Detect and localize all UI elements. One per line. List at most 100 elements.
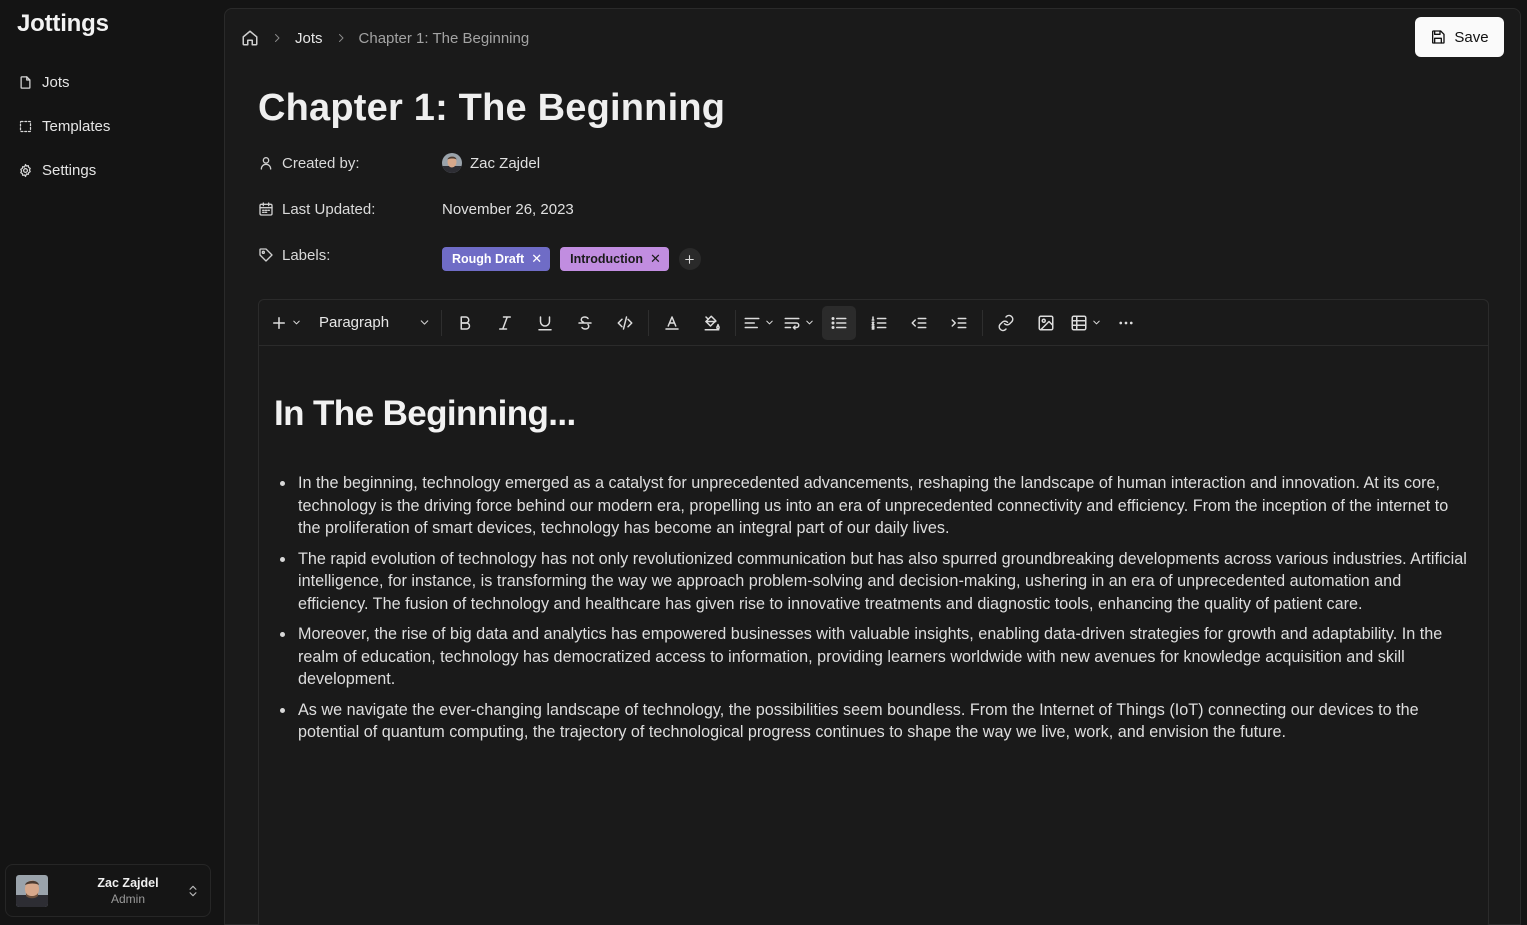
toolbar-divider <box>441 309 442 336</box>
save-button-label: Save <box>1454 28 1489 46</box>
table-button[interactable] <box>1069 306 1103 340</box>
meta-created-by: Created by: Zac Zajdel <box>258 150 858 176</box>
sidebar-item-settings[interactable]: Settings <box>8 152 214 188</box>
label-text: Introduction <box>570 252 644 266</box>
label-tag[interactable]: Introduction ✕ <box>560 247 669 271</box>
more-horizontal-icon <box>1119 321 1133 324</box>
strikethrough-button[interactable] <box>568 306 602 340</box>
meta-last-updated: Last Updated: November 26, 2023 <box>258 196 858 222</box>
align-left-icon <box>744 317 760 328</box>
numbered-list-icon <box>871 315 887 330</box>
bulleted-list-button[interactable] <box>822 305 856 340</box>
link-icon <box>998 314 1014 331</box>
link-button[interactable] <box>989 306 1023 340</box>
meta-label: Last Updated: <box>282 200 376 218</box>
save-button[interactable]: Save <box>1415 17 1504 57</box>
meta-key: Last Updated: <box>258 201 442 218</box>
code-button[interactable] <box>608 306 642 340</box>
italic-button[interactable] <box>488 306 522 340</box>
chevron-down-icon <box>420 320 429 325</box>
meta-value: November 26, 2023 <box>442 201 574 218</box>
chevron-down-icon <box>806 320 813 325</box>
sidebar-item-label: Templates <box>42 117 111 135</box>
wrap-text-button[interactable] <box>782 306 816 340</box>
list-item: The rapid evolution of technology has no… <box>274 548 1470 616</box>
remove-label-icon[interactable]: ✕ <box>531 251 542 267</box>
text-color-icon <box>665 315 679 330</box>
meta-key: Created by: <box>258 155 442 172</box>
breadcrumb-jots[interactable]: Jots <box>295 30 323 47</box>
content-heading: In The Beginning... <box>274 394 576 433</box>
sidebar-item-jots[interactable]: Jots <box>8 64 214 100</box>
add-label-button[interactable] <box>678 248 701 270</box>
list-item: As we navigate the ever-changing landsca… <box>274 699 1470 744</box>
more-options-button[interactable] <box>1109 306 1143 340</box>
bold-button[interactable] <box>448 306 482 340</box>
label-tag[interactable]: Rough Draft ✕ <box>442 247 551 271</box>
save-icon <box>1432 30 1446 44</box>
meta-labels: Labels: Rough Draft ✕ Introduction ✕ <box>258 246 858 272</box>
insert-block-button[interactable] <box>269 306 303 340</box>
gear-icon <box>20 163 31 177</box>
sidebar: Jottings Jots Templates Settings Zac Zaj… <box>0 0 224 925</box>
chevron-up-down-icon <box>189 885 197 897</box>
meta-value: Zac Zajdel <box>442 153 540 173</box>
calendar-icon <box>259 202 273 216</box>
numbered-list-button[interactable] <box>862 306 896 340</box>
remove-label-icon[interactable]: ✕ <box>650 251 661 267</box>
user-menu[interactable]: Zac Zajdel Admin <box>5 864 211 917</box>
block-type-select[interactable]: Paragraph <box>309 306 435 340</box>
created-by-name: Zac Zajdel <box>470 154 541 172</box>
last-updated-date: November 26, 2023 <box>442 200 574 218</box>
chevron-right-icon <box>338 34 344 42</box>
sidebar-nav: Jots Templates Settings <box>8 64 214 196</box>
text-color-button[interactable] <box>655 306 689 340</box>
bold-icon <box>460 315 471 330</box>
tag-icon <box>259 248 273 262</box>
align-button[interactable] <box>742 306 776 340</box>
user-icon <box>260 157 272 170</box>
sidebar-item-label: Settings <box>42 161 97 179</box>
meta-label: Labels: <box>282 246 331 264</box>
bulleted-list-icon <box>831 316 847 329</box>
labels-list: Rough Draft ✕ Introduction ✕ <box>442 247 701 271</box>
editor-toolbar: Paragraph <box>259 300 1488 346</box>
user-meta: Zac Zajdel Admin <box>78 875 178 907</box>
plus-icon <box>273 316 285 329</box>
breadcrumb: Jots Chapter 1: The Beginning <box>241 29 529 47</box>
meta-label: Created by: <box>282 154 360 172</box>
app-title: Jottings <box>17 10 109 37</box>
image-icon <box>1038 315 1054 330</box>
underline-icon <box>538 315 552 330</box>
chevron-down-icon <box>1093 320 1100 325</box>
home-icon[interactable] <box>241 29 259 47</box>
outdent-icon <box>911 317 927 328</box>
toolbar-divider <box>735 309 736 336</box>
user-role: Admin <box>110 891 145 906</box>
underline-button[interactable] <box>528 306 562 340</box>
rich-text-editor[interactable]: Paragraph In The Beginning... In the beg… <box>258 299 1489 925</box>
editor-content[interactable]: In The Beginning... In the beginning, te… <box>259 346 1488 744</box>
indent-button[interactable] <box>942 306 976 340</box>
file-icon <box>20 75 31 89</box>
user-name: Zac Zajdel <box>97 875 159 890</box>
highlight-button[interactable] <box>695 306 729 340</box>
list-item: In the beginning, technology emerged as … <box>274 472 1470 540</box>
toolbar-divider <box>648 309 649 336</box>
page-title[interactable]: Chapter 1: The Beginning <box>258 87 725 130</box>
meta-key: Labels: <box>258 247 442 264</box>
main-panel: Jots Chapter 1: The Beginning Save Chapt… <box>224 8 1521 925</box>
block-type-value: Paragraph <box>319 314 390 331</box>
image-button[interactable] <box>1029 306 1063 340</box>
outdent-button[interactable] <box>902 306 936 340</box>
chevron-down-icon <box>766 320 773 325</box>
indent-icon <box>951 317 967 328</box>
chevron-right-icon <box>275 34 280 42</box>
dashed-square-icon <box>19 120 32 132</box>
sidebar-item-templates[interactable]: Templates <box>8 108 214 144</box>
paint-bucket-icon <box>704 315 720 330</box>
code-icon <box>617 315 633 330</box>
avatar <box>442 153 462 173</box>
list-item: Moreover, the rise of big data and analy… <box>274 623 1470 691</box>
avatar <box>16 874 48 907</box>
